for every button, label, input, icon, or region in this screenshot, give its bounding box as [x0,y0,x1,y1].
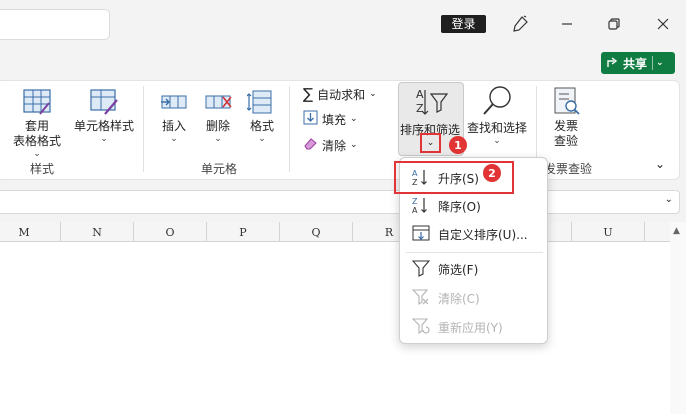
cell-styles-button[interactable]: 单元格样式 ⌄ [72,88,136,144]
column-header-o[interactable]: O [134,222,207,242]
share-row: 共享 ⌄ [0,48,686,78]
menu-item-sort-descending[interactable]: ZA 降序(O) [406,192,543,220]
svg-text:Z: Z [412,197,418,206]
svg-text:A: A [412,206,418,214]
chevron-down-icon: ⌄ [493,136,501,146]
worksheet-grid[interactable] [0,222,686,414]
invoice-check-line2: 查验 [553,134,578,148]
share-separator [652,56,654,70]
chevron-down-icon: ⌄ [170,134,178,144]
group-divider [143,86,144,172]
restore-icon[interactable] [602,12,626,36]
menu-item-filter[interactable]: 筛选(F) [406,255,543,283]
insert-cells-icon [159,88,189,119]
cell-style-icon [89,88,119,119]
column-header-u[interactable]: U [572,222,645,242]
menu-item-custom-sort[interactable]: 自定义排序(U)... [406,220,543,248]
svg-text:A: A [416,88,424,101]
invoice-check-line1: 发票 [553,119,578,133]
collapse-ribbon-chevron-icon[interactable]: ⌄ [655,157,665,171]
brush-icon[interactable] [508,12,532,36]
sort-filter-dropdown-chevron[interactable]: ⌄ [420,133,441,153]
format-button[interactable]: 格式 ⌄ [244,88,280,144]
menu-item-label: 清除(C) [438,291,480,306]
invoice-check-button[interactable]: 发票 查验 [545,86,587,149]
column-header-q[interactable]: Q [280,222,353,242]
login-button[interactable]: 登录 [441,15,486,33]
chevron-down-icon: ⌄ [426,138,435,148]
chevron-down-icon: ⌄ [33,149,41,159]
magnifier-icon [480,84,514,121]
styles-group-label: 样式 [30,162,55,176]
autosum-button[interactable]: ∑ 自动求和 ⌄ [303,85,377,103]
delete-button[interactable]: 删除 ⌄ [200,88,236,144]
format-as-table-line2: 表格格式 [12,134,61,148]
clear-filter-icon [411,288,430,309]
format-as-table-button[interactable]: 套用 表格格式 ⌄ [8,88,66,159]
column-header-p[interactable]: P [207,222,280,242]
insert-button[interactable]: 插入 ⌄ [156,88,192,144]
fill-button[interactable]: 填充 ⌄ [303,110,358,128]
step-badge-1: 1 [449,136,467,154]
scroll-up-icon[interactable]: ▲ [673,226,680,236]
sort-filter-icon: AZ [415,86,449,123]
custom-sort-icon [412,224,430,245]
menu-item-clear-filter: 清除(C) [406,284,543,312]
chevron-down-icon[interactable]: ⌄ [656,58,664,68]
chevron-down-icon: ⌄ [350,140,358,150]
share-icon [606,55,620,72]
filter-icon [411,259,431,280]
menu-separator [406,252,543,253]
menu-item-label: 降序(O) [438,199,481,214]
clear-button[interactable]: 清除 ⌄ [303,136,358,154]
find-select-button[interactable]: 查找和选择 ⌄ [466,84,528,146]
invoice-icon [551,86,581,119]
vertical-scrollbar[interactable]: ▲ [670,222,686,414]
delete-label: 删除 [205,119,230,133]
fill-label: 填充 [322,112,347,127]
column-header-row: M N O P Q R S T U [0,222,670,242]
chevron-down-icon: ⌄ [258,134,266,144]
clear-label: 清除 [322,138,347,153]
menu-item-reapply: 重新应用(Y) [406,313,543,341]
chevron-down-icon: ⌄ [214,134,222,144]
cells-group-label: 单元格 [201,162,238,176]
sort-descending-icon: ZA [412,196,430,217]
insert-label: 插入 [161,119,186,133]
group-divider [289,86,290,172]
column-header-n[interactable]: N [61,222,134,242]
delete-cells-icon [203,88,233,119]
search-box[interactable] [0,9,110,40]
chevron-down-icon: ⌄ [350,114,358,124]
fill-down-icon [303,110,318,128]
step-badge-2: 2 [483,164,501,182]
svg-text:Z: Z [416,102,424,115]
autosum-label: 自动求和 [317,87,366,102]
invoice-group-label: 发票查验 [544,162,593,176]
minimize-icon[interactable] [555,12,579,36]
cell-styles-label: 单元格样式 [73,119,134,133]
sigma-icon: ∑ [303,85,314,103]
format-as-table-line1: 套用 [24,119,49,133]
share-label: 共享 [623,56,648,71]
close-icon[interactable] [651,12,675,36]
expand-formula-chevron-icon[interactable]: ⌄ [665,194,673,205]
menu-item-label: 自定义排序(U)... [438,227,528,242]
format-label: 格式 [249,119,274,133]
chevron-down-icon: ⌄ [100,134,108,144]
eraser-icon [303,136,318,154]
menu-item-label: 重新应用(Y) [438,320,503,335]
menu-item-label: 筛选(F) [438,262,479,277]
share-button[interactable]: 共享 ⌄ [601,52,675,74]
formula-bar[interactable]: ⌄ [0,190,680,214]
reapply-icon [411,317,430,338]
chevron-down-icon: ⌄ [369,89,377,99]
title-bar: 登录 [0,0,686,48]
table-format-icon [22,88,52,119]
column-header-m[interactable]: M [0,222,61,242]
format-cells-icon [246,88,277,119]
find-select-label: 查找和选择 [466,121,527,135]
